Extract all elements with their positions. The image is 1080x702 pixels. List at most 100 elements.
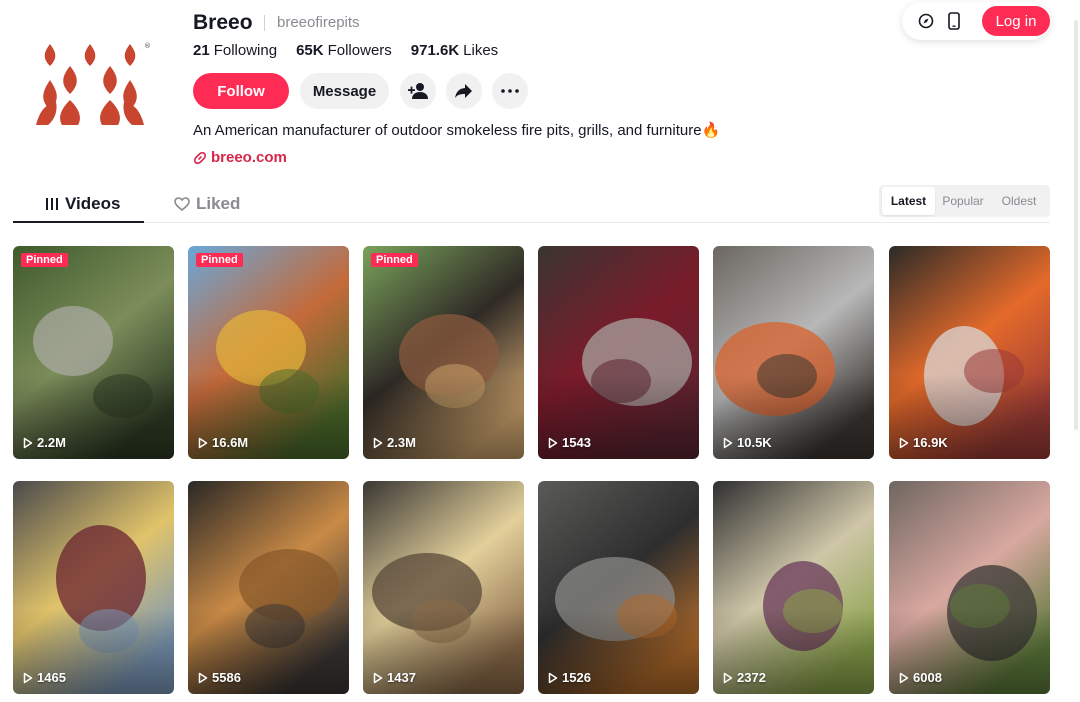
view-count-text: 16.9K [913,435,948,450]
profile-handle: breeofirepits [277,14,360,31]
active-tab-indicator [13,221,144,223]
sort-latest[interactable]: Latest [882,187,935,215]
phone-icon[interactable] [944,11,964,31]
view-count: 1526 [548,670,591,685]
liked-heart-icon [174,197,190,211]
view-count: 2.3M [373,435,416,450]
view-count-text: 6008 [913,670,942,685]
view-count: 10.5K [723,435,772,450]
following-stat[interactable]: 21 Following [193,42,277,59]
profile-name: Breeo [193,11,253,34]
add-user-icon [408,83,428,99]
scrollbar[interactable] [1074,20,1078,430]
view-count: 2372 [723,670,766,685]
following-label: Following [213,42,278,59]
view-count-text: 10.5K [737,435,772,450]
link-icon [194,151,206,164]
play-icon [198,437,208,448]
view-count-text: 5586 [212,670,241,685]
video-thumbnail [188,481,349,694]
sort-segmented-control: Latest Popular Oldest [879,185,1050,217]
svg-text:®: ® [144,42,151,50]
tab-liked[interactable]: Liked [174,194,240,214]
video-card[interactable]: 1465 [13,481,174,694]
video-thumbnail [889,481,1050,694]
video-thumbnail [13,481,174,694]
more-options-button[interactable] [492,73,528,109]
play-icon [899,437,909,448]
play-icon [23,672,33,683]
pinned-badge: Pinned [371,253,418,267]
pinned-badge: Pinned [21,253,68,267]
video-card[interactable]: 5586 [188,481,349,694]
name-divider [264,15,265,31]
followers-stat[interactable]: 65K Followers [296,42,392,59]
followers-count: 65K [296,42,324,59]
video-thumbnail [363,246,524,459]
view-count: 1543 [548,435,591,450]
add-friend-button[interactable] [400,73,436,109]
view-count-text: 2372 [737,670,766,685]
following-count: 21 [193,42,210,59]
link-text: breeo.com [211,149,287,166]
view-count: 1437 [373,670,416,685]
tab-videos[interactable]: Videos [45,194,120,214]
view-count: 1465 [23,670,66,685]
more-icon [501,89,519,93]
sort-oldest[interactable]: Oldest [991,187,1047,215]
profile-link[interactable]: breeo.com [193,149,287,166]
view-count-text: 1465 [37,670,66,685]
view-count: 16.9K [899,435,948,450]
breeo-logo-icon: ® [36,42,151,125]
share-icon [455,84,472,98]
video-thumbnail [713,481,874,694]
video-card[interactable]: 1543 [538,246,699,459]
likes-label: Likes [463,42,499,59]
view-count: 2.2M [23,435,66,450]
view-count-text: 2.2M [37,435,66,450]
video-card[interactable]: 1437 [363,481,524,694]
view-count-text: 2.3M [387,435,416,450]
view-count: 16.6M [198,435,248,450]
sort-popular[interactable]: Popular [937,187,989,215]
view-count: 5586 [198,670,241,685]
video-thumbnail [713,246,874,459]
tabs-divider [13,222,1050,223]
tab-liked-label: Liked [196,194,241,213]
video-thumbnail [889,246,1050,459]
login-button[interactable]: Log in [982,6,1050,36]
profile-avatar: ® [34,40,154,130]
videos-grid-icon [46,198,58,210]
video-card[interactable]: 1526 [538,481,699,694]
pinned-badge: Pinned [196,253,243,267]
view-count-text: 1437 [387,670,416,685]
likes-stat: 971.6K Likes [411,42,498,59]
video-card[interactable]: Pinned 2.3M [363,246,524,459]
follow-button[interactable]: Follow [193,73,289,109]
video-card[interactable]: 10.5K [713,246,874,459]
video-card[interactable]: 2372 [713,481,874,694]
likes-count: 971.6K [410,42,460,59]
play-icon [899,672,909,683]
video-card[interactable]: 6008 [889,481,1050,694]
play-icon [23,437,33,448]
video-thumbnail [188,246,349,459]
message-button[interactable]: Message [300,73,389,109]
video-card[interactable]: 16.9K [889,246,1050,459]
top-right-bar: Log in [902,2,1050,40]
video-card[interactable]: Pinned 2.2M [13,246,174,459]
play-icon [723,437,733,448]
share-button[interactable] [446,73,482,109]
play-icon [373,672,383,683]
compass-icon[interactable] [916,11,936,31]
video-thumbnail [13,246,174,459]
play-icon [373,437,383,448]
video-card[interactable]: Pinned 16.6M [188,246,349,459]
video-thumbnail [538,246,699,459]
profile-stats: 21 Following 65K Followers 971.6K Likes [193,42,498,59]
view-count-text: 1526 [562,670,591,685]
play-icon [548,437,558,448]
view-count-text: 1543 [562,435,591,450]
video-thumbnail [363,481,524,694]
play-icon [548,672,558,683]
